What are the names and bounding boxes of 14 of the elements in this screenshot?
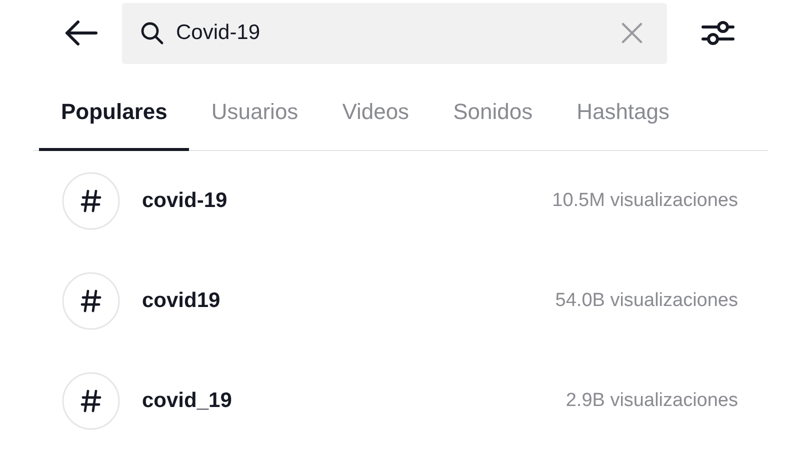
hashtag-icon — [62, 172, 120, 230]
filter-icon[interactable] — [701, 20, 735, 46]
hashtag-name[interactable]: covid-19 — [142, 189, 552, 213]
search-icon — [140, 21, 164, 45]
hashtag-name[interactable]: covid_19 — [142, 389, 566, 413]
hashtag-icon — [62, 272, 120, 330]
view-count: 10.5M visualizaciones — [552, 190, 738, 212]
view-count: 2.9B visualizaciones — [566, 390, 738, 412]
view-count: 54.0B visualizaciones — [555, 290, 738, 312]
back-arrow-icon[interactable] — [64, 20, 98, 46]
search-field[interactable]: Covid-19 — [122, 2, 667, 64]
hashtag-icon — [62, 372, 120, 430]
hashtag-name[interactable]: covid19 — [142, 289, 556, 313]
tab[interactable]: Populares — [39, 66, 190, 151]
